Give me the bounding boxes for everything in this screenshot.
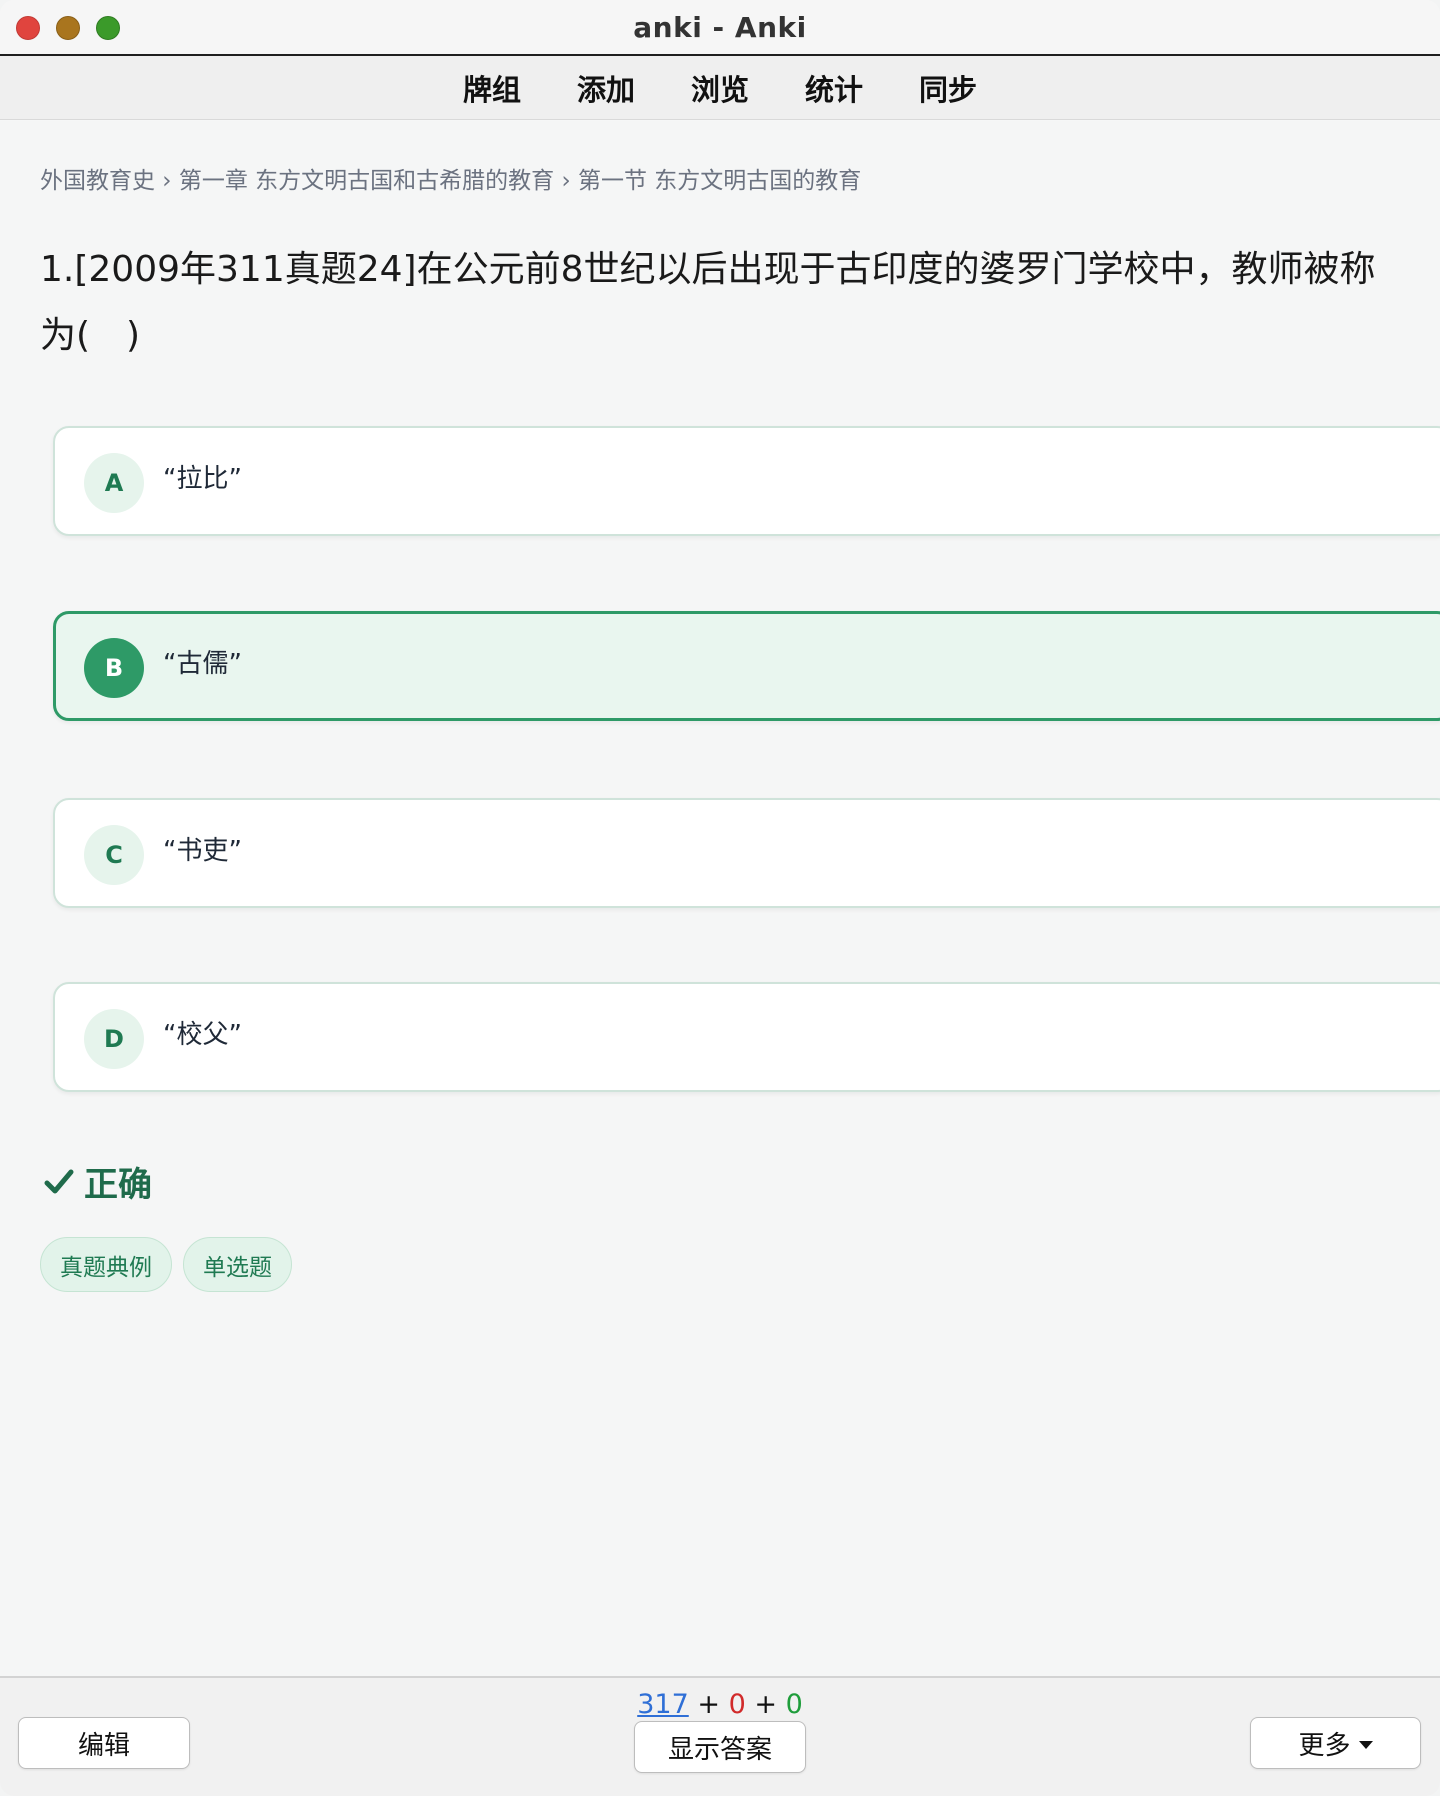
show-answer-button[interactable]: 显示答案 — [634, 1721, 806, 1773]
zoom-window-button[interactable] — [96, 16, 120, 40]
due-counts: 317 + 0 + 0 — [0, 1689, 1440, 1720]
tag-chip: 真题典例 — [40, 1237, 172, 1292]
learn-count: 0 — [728, 1689, 746, 1720]
minimize-window-button[interactable] — [56, 16, 80, 40]
option-key-badge: B — [84, 638, 144, 698]
tag-chip: 单选题 — [183, 1237, 292, 1292]
question-text: 1.[2009年311真题24]在公元前8世纪以后出现于古印度的婆罗门学校中，教… — [40, 249, 1376, 356]
result-label: 正确 — [84, 1165, 152, 1205]
option-key-badge: C — [84, 825, 144, 885]
card-content: 外国教育史 › 第一章 东方文明古国和古希腊的教育 › 第一节 东方文明古国的教… — [0, 121, 1440, 1676]
show-answer-label: 显示答案 — [667, 1734, 772, 1765]
option-text: “古儒” — [163, 649, 242, 679]
window-controls — [16, 16, 120, 40]
option-text: “校父” — [163, 1020, 242, 1050]
title-bar: anki - Anki — [0, 0, 1440, 56]
new-count[interactable]: 317 — [637, 1689, 689, 1720]
edit-button-label: 编辑 — [77, 1730, 130, 1761]
toolbar-decks[interactable]: 牌组 — [463, 67, 521, 109]
edit-button[interactable]: 编辑 — [18, 1717, 190, 1769]
window-title: anki - Anki — [633, 10, 807, 44]
check-icon — [44, 1169, 74, 1193]
bottom-bar: 317 + 0 + 0 编辑 显示答案 更多 — [0, 1676, 1440, 1796]
option-key-badge: D — [84, 1009, 144, 1069]
anki-window: anki - Anki 牌组 添加 浏览 统计 同步 外国教育史 › 第一章 东… — [0, 0, 1440, 1796]
option-key-badge: A — [84, 453, 144, 513]
option-text: “拉比” — [163, 464, 242, 494]
toolbar-browse[interactable]: 浏览 — [691, 67, 749, 109]
toolbar-sync[interactable]: 同步 — [919, 67, 977, 109]
result-status: 正确 — [44, 1157, 152, 1206]
count-separator: + — [697, 1689, 720, 1720]
toolbar-add[interactable]: 添加 — [577, 67, 635, 109]
chevron-down-icon — [1358, 1740, 1373, 1749]
toolbar-stats[interactable]: 统计 — [805, 67, 863, 109]
option-d[interactable]: D “校父” — [53, 982, 1440, 1092]
more-button-label: 更多 — [1298, 1730, 1351, 1761]
close-window-button[interactable] — [16, 16, 40, 40]
tag-list: 真题典例 单选题 — [40, 1237, 292, 1292]
more-button[interactable]: 更多 — [1250, 1717, 1421, 1769]
review-count: 0 — [785, 1689, 803, 1720]
main-toolbar: 牌组 添加 浏览 统计 同步 — [0, 56, 1440, 120]
option-a[interactable]: A “拉比” — [53, 426, 1440, 536]
option-c[interactable]: C “书吏” — [53, 798, 1440, 908]
option-b[interactable]: B “古儒” — [53, 611, 1440, 721]
option-text: “书吏” — [163, 836, 242, 866]
count-separator: + — [754, 1689, 777, 1720]
breadcrumb: 外国教育史 › 第一章 东方文明古国和古希腊的教育 › 第一节 东方文明古国的教… — [40, 168, 862, 194]
